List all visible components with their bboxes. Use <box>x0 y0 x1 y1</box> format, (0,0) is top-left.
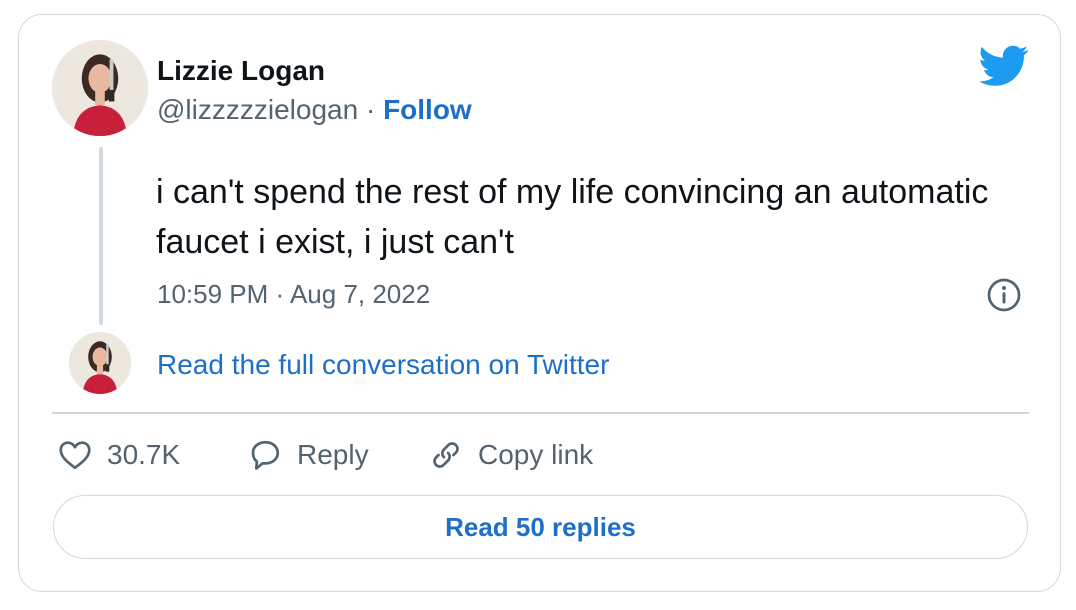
like-count: 30.7K <box>107 439 181 470</box>
tweet-card: Lizzie Logan @lizzzzzielogan · Follow i … <box>18 14 1061 592</box>
conversation-avatar[interactable] <box>69 332 131 394</box>
tweet-text: i can't spend the rest of my life convin… <box>156 173 989 261</box>
follow-link[interactable]: Follow <box>383 94 472 125</box>
copy-link-button[interactable]: Copy link <box>428 433 593 477</box>
reply-button[interactable]: Reply <box>247 433 369 477</box>
reply-label: Reply <box>297 439 369 470</box>
link-icon <box>433 442 459 468</box>
info-icon[interactable] <box>986 277 1022 313</box>
read-replies-label: Read 50 replies <box>445 511 636 542</box>
thread-line <box>99 147 103 325</box>
read-replies-button[interactable]: Read 50 replies <box>53 495 1028 559</box>
read-conversation-link[interactable]: Read the full conversation on Twitter <box>157 349 609 381</box>
speech-bubble-icon <box>251 440 280 470</box>
tweet-timestamp[interactable]: 10:59 PM · Aug 7, 2022 <box>157 279 430 310</box>
like-button[interactable]: 30.7K <box>57 433 180 477</box>
copy-link-label: Copy link <box>478 439 594 470</box>
heart-icon <box>59 441 91 470</box>
author-name[interactable]: Lizzie Logan <box>157 55 325 87</box>
author-handle-row: @lizzzzzielogan · Follow <box>157 94 472 126</box>
author-avatar[interactable] <box>52 40 148 136</box>
handle-separator: · <box>358 94 384 125</box>
author-handle[interactable]: @lizzzzzielogan <box>157 94 358 125</box>
divider <box>52 412 1029 414</box>
twitter-bird-icon[interactable] <box>979 45 1029 87</box>
